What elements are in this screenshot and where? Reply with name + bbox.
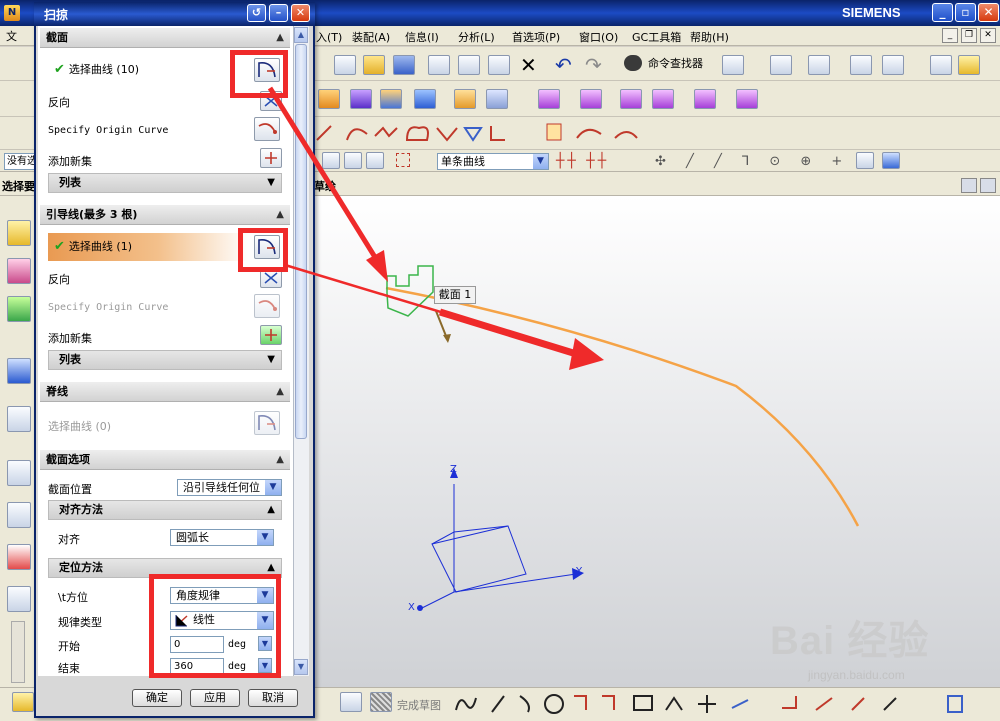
arrow-head-icon bbox=[366, 250, 388, 282]
baidu-watermark-logo: Bai 经验 bbox=[770, 619, 930, 663]
baidu-watermark-url: jingyan.baidu.com bbox=[808, 668, 905, 682]
arrow-head-icon bbox=[569, 338, 604, 370]
arrow-to-guide-thick bbox=[438, 308, 585, 360]
arrow-to-section bbox=[267, 86, 381, 264]
